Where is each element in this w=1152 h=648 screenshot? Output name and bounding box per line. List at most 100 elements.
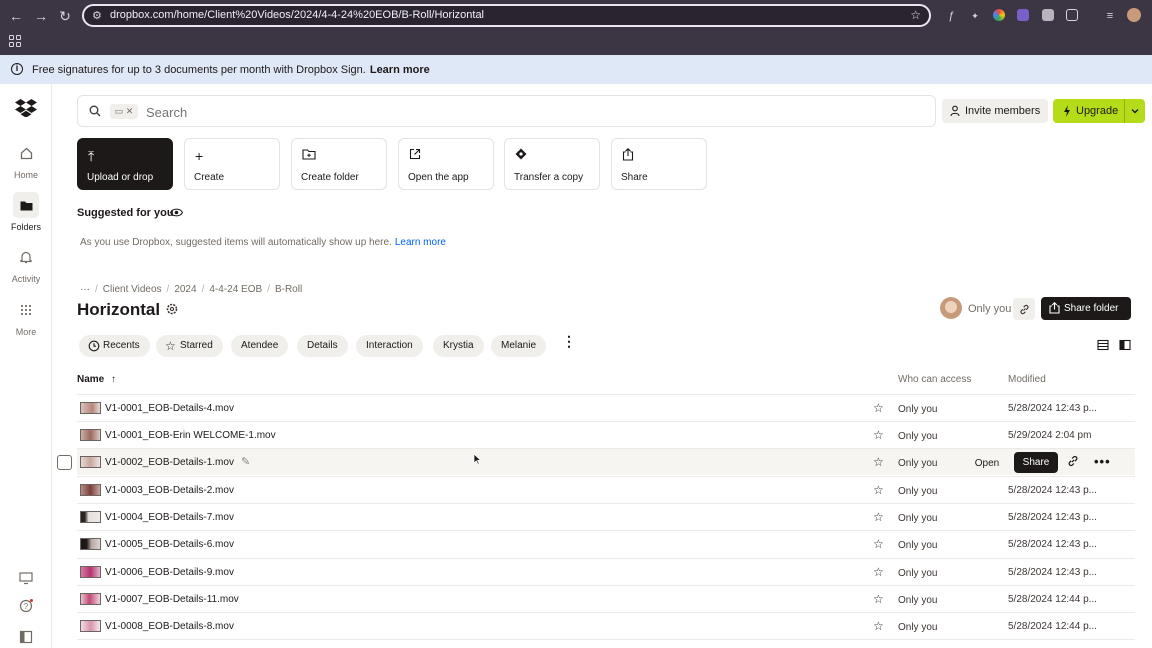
panel-view-icon[interactable] — [1119, 339, 1131, 351]
table-row[interactable]: V1-0005_EOB-Details-6.mov ☆ Only you 5/2… — [77, 530, 1135, 557]
access-text: Only you — [898, 513, 938, 524]
file-name[interactable]: V1-0005_EOB-Details-6.mov — [105, 539, 234, 550]
column-header-name[interactable]: Name ↑ — [77, 374, 116, 385]
upgrade-button[interactable]: Upgrade — [1053, 99, 1145, 123]
column-header-modified[interactable]: Modified — [1008, 374, 1046, 385]
filter-recents[interactable]: Recents — [79, 335, 150, 357]
copy-link-button[interactable] — [1013, 298, 1035, 320]
more-filters-icon[interactable]: ⋮ — [562, 334, 576, 348]
filter-starred[interactable]: ☆ Starred — [156, 335, 223, 357]
create-tile[interactable]: + Create — [184, 138, 280, 190]
star-icon[interactable]: ☆ — [873, 401, 884, 415]
rename-pencil-icon[interactable]: ✎ — [241, 455, 250, 468]
list-view-icon[interactable] — [1097, 339, 1109, 351]
search-input[interactable] — [146, 105, 906, 120]
filter-krystia[interactable]: Krystia — [433, 335, 484, 357]
filter-label: Recents — [103, 340, 140, 351]
column-header-access[interactable]: Who can access — [898, 374, 971, 385]
create-folder-tile[interactable]: Create folder — [291, 138, 387, 190]
eye-icon[interactable] — [170, 207, 183, 218]
suggested-learn-more-link[interactable]: Learn more — [395, 237, 446, 248]
file-name[interactable]: V1-0008_EOB-Details-8.mov — [105, 621, 234, 632]
invite-members-button[interactable]: Invite members — [942, 99, 1048, 123]
breadcrumb-item[interactable]: B-Roll — [275, 284, 302, 295]
nav-folders[interactable]: Folders — [0, 192, 52, 232]
star-icon[interactable]: ☆ — [873, 428, 884, 442]
table-row[interactable]: V1-0001_EOB-Details-4.mov ☆ Only you 5/2… — [77, 394, 1135, 421]
bookmark-star-icon[interactable]: ☆ — [910, 8, 921, 22]
share-tile[interactable]: Share — [611, 138, 707, 190]
table-row[interactable]: V1-0006_EOB-Details-9.mov ☆ Only you 5/2… — [77, 558, 1135, 585]
table-row[interactable]: V1-0003_EOB-Details-2.mov ☆ Only you 5/2… — [77, 476, 1135, 503]
tile-label: Create — [194, 172, 225, 183]
file-name[interactable]: V1-0001_EOB-Erin WELCOME-1.mov — [105, 430, 276, 441]
table-row[interactable]: V1-0008_EOB-Details-8.mov ☆ Only you 5/2… — [77, 612, 1135, 639]
chevron-down-icon[interactable] — [1128, 99, 1142, 123]
apps-grid-icon[interactable] — [9, 35, 21, 47]
video-thumbnail — [80, 484, 101, 496]
help-icon[interactable]: ? — [19, 599, 33, 613]
filter-label: Melanie — [501, 340, 537, 351]
star-icon[interactable]: ☆ — [873, 510, 884, 524]
table-row[interactable]: V1-0007_EOB-Details-11.mov ☆ Only you 5/… — [77, 585, 1135, 612]
search-bar[interactable]: ▭ ✕ — [77, 95, 936, 127]
filter-label: Starred — [180, 340, 213, 351]
file-name[interactable]: V1-0003_EOB-Details-2.mov — [105, 485, 234, 496]
reading-list-icon[interactable]: ≡ — [1102, 8, 1118, 24]
star-icon[interactable]: ☆ — [873, 592, 884, 606]
profile-avatar-icon[interactable] — [1127, 8, 1141, 22]
star-icon[interactable]: ☆ — [873, 565, 884, 579]
sort-arrow-up-icon: ↑ — [111, 374, 117, 385]
forward-icon[interactable]: → — [33, 8, 49, 24]
nav-more-label: More — [15, 327, 37, 337]
sparkle-extension-icon[interactable]: ✦ — [967, 8, 983, 24]
address-bar[interactable]: ⚙ dropbox.com/home/Client%20Videos/2024/… — [82, 4, 931, 27]
file-name[interactable]: V1-0002_EOB-Details-1.mov — [105, 457, 234, 468]
more-options-icon[interactable]: ••• — [1094, 454, 1111, 469]
open-button[interactable]: Open — [966, 454, 1008, 473]
transfer-a-copy-tile[interactable]: Transfer a copy — [504, 138, 600, 190]
table-row[interactable]: V1-0001_EOB-Erin WELCOME-1.mov ☆ Only yo… — [77, 421, 1135, 448]
file-name[interactable]: V1-0006_EOB-Details-9.mov — [105, 567, 234, 578]
file-name[interactable]: V1-0001_EOB-Details-4.mov — [105, 403, 234, 414]
star-icon[interactable]: ☆ — [873, 537, 884, 551]
star-icon[interactable]: ☆ — [873, 455, 884, 469]
folder-scope-chip[interactable]: ▭ ✕ — [110, 104, 138, 119]
back-icon[interactable]: ← — [8, 8, 24, 24]
dropbox-logo-icon[interactable] — [15, 99, 37, 117]
share-folder-button[interactable]: Share folder — [1041, 297, 1131, 320]
filter-interaction[interactable]: Interaction — [356, 335, 423, 357]
file-name[interactable]: V1-0007_EOB-Details-11.mov — [105, 594, 239, 605]
nav-activity[interactable]: Activity — [0, 244, 52, 284]
row-select-checkbox[interactable] — [57, 455, 72, 470]
filter-details[interactable]: Details — [297, 335, 348, 357]
breadcrumb-item[interactable]: Client Videos — [103, 284, 162, 295]
copy-link-icon[interactable] — [1067, 455, 1079, 467]
formula-extension-icon[interactable]: ƒ — [943, 8, 959, 24]
filter-melanie[interactable]: Melanie — [491, 335, 547, 357]
reload-icon[interactable]: ↻ — [57, 8, 73, 24]
purple-extension-icon[interactable] — [1017, 9, 1029, 21]
gear-icon[interactable] — [166, 303, 178, 315]
color-extension-icon[interactable] — [993, 9, 1005, 21]
camera-extension-icon[interactable] — [1042, 9, 1054, 21]
breadcrumb-overflow[interactable]: ··· — [80, 284, 90, 295]
desktop-app-icon[interactable] — [19, 571, 33, 585]
star-icon[interactable]: ☆ — [873, 619, 884, 633]
star-icon[interactable]: ☆ — [873, 483, 884, 497]
breadcrumb-item[interactable]: 4-4-24 EOB — [209, 284, 262, 295]
file-name[interactable]: V1-0004_EOB-Details-7.mov — [105, 512, 234, 523]
upload-or-drop-tile[interactable]: ⤒ Upload or drop — [77, 138, 173, 190]
site-settings-icon[interactable]: ⚙ — [92, 9, 102, 22]
collapse-sidebar-icon[interactable] — [19, 630, 33, 644]
puzzle-extensions-icon[interactable] — [1066, 9, 1078, 21]
breadcrumb-item[interactable]: 2024 — [174, 284, 196, 295]
share-button[interactable]: Share — [1014, 452, 1058, 473]
nav-more[interactable]: More — [0, 297, 52, 337]
table-row[interactable]: V1-0002_EOB-Details-1.mov ✎ ☆ Only you O… — [77, 448, 1135, 475]
filter-atendee[interactable]: Atendee — [231, 335, 289, 357]
table-row[interactable]: V1-0004_EOB-Details-7.mov ☆ Only you 5/2… — [77, 503, 1135, 530]
nav-home[interactable]: Home — [0, 140, 52, 180]
banner-learn-more-link[interactable]: Learn more — [370, 64, 430, 76]
open-the-app-tile[interactable]: Open the app — [398, 138, 494, 190]
